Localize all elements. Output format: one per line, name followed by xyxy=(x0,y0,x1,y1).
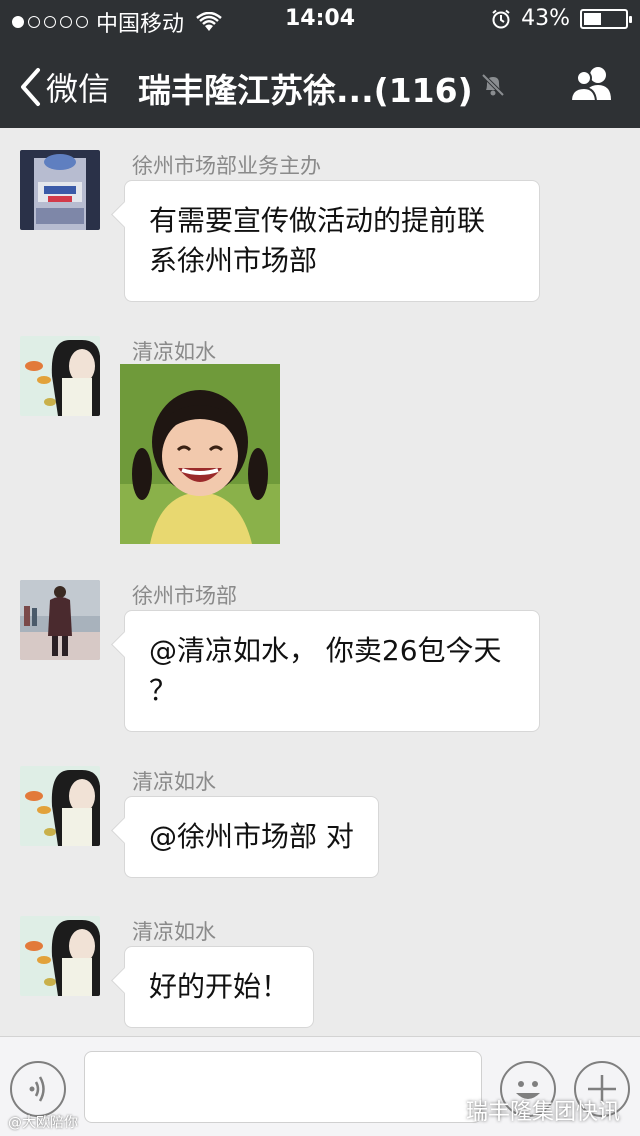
message-text-line: @清凉如水， 你卖26包今天 xyxy=(149,634,502,667)
alarm-icon xyxy=(492,9,510,28)
avatar-image xyxy=(20,580,100,660)
message-bubble[interactable]: 好的开始！ xyxy=(124,946,315,1028)
message-bubble[interactable]: @清凉如水， 你卖26包今天 ？ xyxy=(124,610,540,732)
message-text-line: @徐州市场部 对 xyxy=(149,820,354,853)
chat-title: 瑞丰隆江苏徐...(116) xyxy=(138,71,473,110)
avatar-image xyxy=(20,336,100,416)
message-text-line: 系徐州市场部 xyxy=(149,244,318,277)
message-text-line: ？ xyxy=(149,674,178,707)
message-input[interactable] xyxy=(84,1051,482,1123)
watermark-left: @大欧陪你 xyxy=(8,1115,78,1131)
watermark-right: 瑞丰隆集团快讯 xyxy=(434,1094,620,1126)
laughing-girl-photo xyxy=(120,364,280,544)
avatar[interactable] xyxy=(20,336,100,416)
avatar-image xyxy=(20,150,100,230)
avatar[interactable] xyxy=(20,150,100,230)
mute-bell-icon xyxy=(481,73,505,97)
avatar[interactable] xyxy=(20,766,100,846)
battery-percent: 43% xyxy=(521,6,570,31)
top-bar: 中国移动 14:04 43% 微信 瑞丰隆江苏徐...(116) xyxy=(0,0,640,128)
status-bar: 中国移动 14:04 43% xyxy=(0,0,640,40)
avatar-image xyxy=(20,766,100,846)
battery-level-fill xyxy=(584,12,602,25)
avatar[interactable] xyxy=(20,916,100,996)
sender-name: 清凉如水 xyxy=(132,920,216,944)
group-members-icon[interactable] xyxy=(568,64,616,104)
wechat-logo-icon xyxy=(434,1100,458,1120)
avatar-image xyxy=(20,916,100,996)
message-text-line: 有需要宣传做活动的提前联 xyxy=(149,204,486,237)
sender-name: 清凉如水 xyxy=(132,770,216,794)
message-text-line: 好的开始！ xyxy=(149,970,290,1003)
watermark-text: 瑞丰隆集团快讯 xyxy=(465,1100,620,1125)
back-button[interactable]: 微信 xyxy=(18,64,110,110)
back-label: 微信 xyxy=(46,70,111,108)
battery-icon xyxy=(580,8,632,29)
sender-name: 徐州市场部 xyxy=(132,584,237,608)
message-bubble[interactable]: 有需要宣传做活动的提前联 系徐州市场部 xyxy=(124,180,540,302)
sender-name: 清凉如水 xyxy=(132,340,216,364)
voice-icon xyxy=(29,1076,45,1102)
avatar[interactable] xyxy=(20,580,100,660)
chat-area[interactable]: 徐州市场部业务主办 有需要宣传做活动的提前联 系徐州市场部 清凉如水 徐州市场部… xyxy=(0,128,640,1036)
message-bubble[interactable]: @徐州市场部 对 xyxy=(124,796,379,878)
message-image[interactable] xyxy=(120,364,280,544)
status-right: 43% xyxy=(491,6,632,31)
chevron-left-icon xyxy=(21,68,40,106)
nav-bar: 微信 瑞丰隆江苏徐...(116) xyxy=(0,40,640,128)
voice-button[interactable] xyxy=(10,1061,66,1117)
sender-name: 徐州市场部业务主办 xyxy=(132,154,321,178)
